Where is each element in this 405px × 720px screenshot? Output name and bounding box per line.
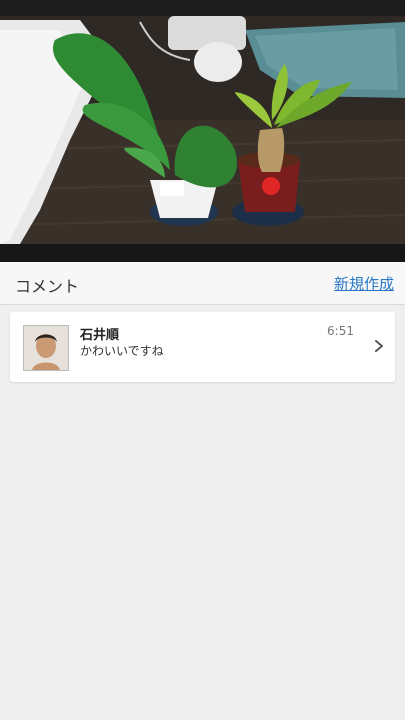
comment-list-item[interactable]: 石井順 かわいいですね 6:51 (10, 312, 395, 382)
chevron-right-icon (372, 338, 386, 354)
comment-author: 石井順 (80, 328, 120, 343)
comments-header: コメント 新規作成 (0, 262, 405, 305)
comments-title: コメント (15, 277, 80, 296)
avatar (23, 325, 69, 371)
new-comment-link[interactable]: 新規作成 (334, 273, 394, 294)
comment-time: 6:51 (327, 324, 354, 338)
post-photo (0, 0, 405, 262)
comment-text: かわいいですね (80, 344, 164, 358)
